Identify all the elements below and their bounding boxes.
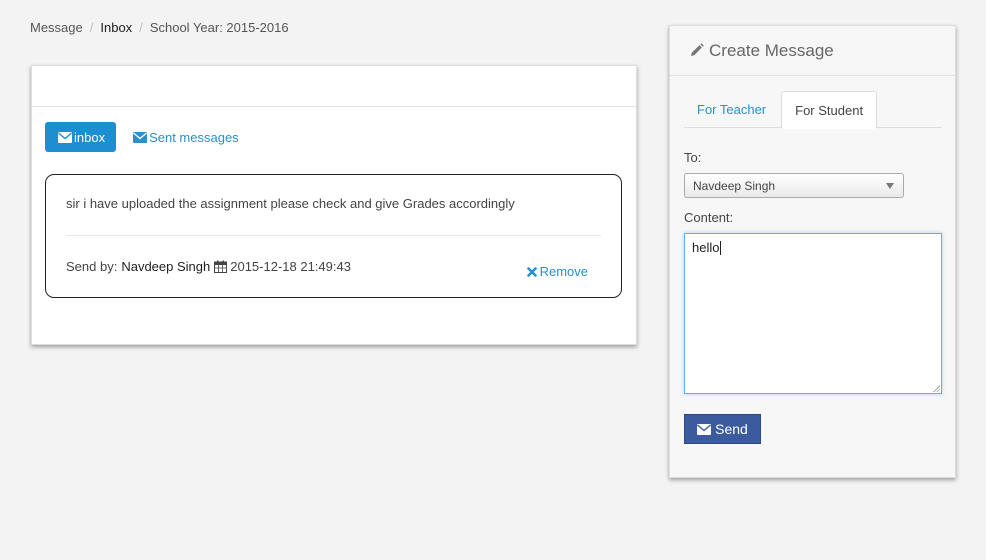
inbox-panel-header (32, 66, 636, 107)
inbox-tabs: inbox Sent messages (45, 122, 239, 152)
message-meta: Send by: Navdeep Singh 2015-12-18 21:49:… (66, 259, 351, 274)
breadcrumb-separator: / (139, 20, 143, 35)
pencil-icon (689, 43, 704, 58)
inbox-button[interactable]: inbox (45, 122, 117, 152)
recipient-select-value: Navdeep Singh (693, 178, 776, 193)
breadcrumb-separator: / (89, 20, 94, 35)
envelope-icon (58, 131, 72, 143)
tab-for-teacher[interactable]: For Teacher (684, 91, 779, 128)
tab-for-student[interactable]: For Student (781, 91, 878, 129)
create-message-title: Create Message (709, 40, 834, 60)
send-button-label: Send (715, 421, 748, 437)
envelope-icon (697, 423, 712, 435)
send-button[interactable]: Send (684, 414, 761, 444)
inbox-button-label: inbox (74, 129, 106, 145)
recipient-select[interactable]: Navdeep Singh (684, 173, 904, 198)
message-divider (66, 235, 601, 236)
resize-handle[interactable] (933, 385, 940, 392)
content-textarea[interactable]: hello (684, 233, 942, 394)
to-label: To: (684, 150, 702, 165)
breadcrumb: Message / Inbox / School Year: 2015-2016 (30, 20, 289, 35)
sender-name: Navdeep Singh (121, 259, 211, 274)
remove-label: Remove (539, 264, 588, 279)
sent-messages-link[interactable]: Sent messages (133, 130, 239, 145)
calendar-icon (214, 260, 228, 273)
text-cursor (720, 241, 722, 255)
sent-messages-label: Sent messages (149, 129, 239, 145)
create-message-panel: Create Message For Teacher For Student T… (669, 25, 956, 478)
message-text: sir i have uploaded the assignment pleas… (66, 196, 515, 211)
breadcrumb-inbox[interactable]: Inbox (100, 20, 132, 35)
caret-down-icon (886, 183, 894, 189)
content-label: Content: (684, 210, 734, 225)
create-message-header: Create Message (670, 26, 955, 76)
content-textarea-value: hello (692, 240, 720, 255)
message-card: sir i have uploaded the assignment pleas… (45, 174, 622, 298)
message-timestamp: 2015-12-18 21:49:43 (230, 259, 351, 274)
breadcrumb-school-year: School Year: 2015-2016 (149, 20, 289, 35)
breadcrumb-message[interactable]: Message (30, 20, 83, 35)
inbox-panel: inbox Sent messages sir i have uploaded … (31, 65, 637, 345)
send-by-label: Send by: (66, 259, 118, 274)
recipient-type-tabs: For Teacher For Student (684, 91, 942, 129)
x-icon (526, 266, 537, 277)
envelope-icon (133, 131, 148, 143)
remove-message-link[interactable]: Remove (526, 264, 588, 279)
